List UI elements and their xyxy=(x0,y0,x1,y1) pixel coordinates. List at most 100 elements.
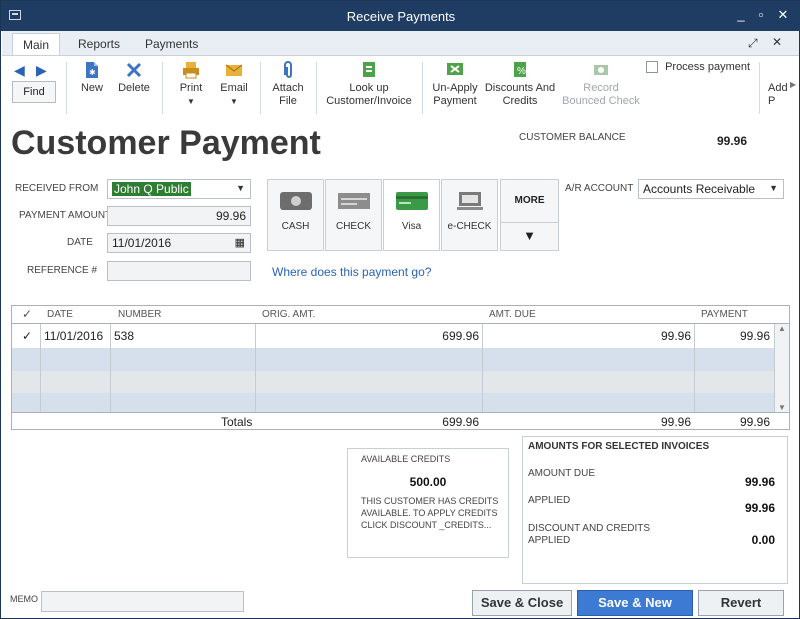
select-all-checkmark[interactable]: ✓ xyxy=(22,307,32,321)
ar-account-label: A/R ACCOUNT xyxy=(565,183,634,194)
minimize-button[interactable]: _ xyxy=(733,7,749,23)
unapply-payment-button[interactable]: Un-Apply Payment xyxy=(430,60,480,108)
column-amt-due[interactable]: AMT. DUE xyxy=(489,309,536,320)
next-arrow-icon[interactable]: ▶ xyxy=(36,62,47,79)
discount-icon: % xyxy=(514,62,526,77)
svg-text:%: % xyxy=(517,66,526,77)
tab-payments[interactable]: Payments xyxy=(135,33,208,55)
more-arrow-icon[interactable]: ▼ xyxy=(501,228,558,243)
chevron-down-icon: ▼ xyxy=(769,183,778,193)
check-icon xyxy=(337,193,370,209)
calendar-icon[interactable]: ▦ xyxy=(235,236,245,249)
received-from-label: RECEIVED FROM xyxy=(15,183,99,194)
chevron-down-icon: ▼ xyxy=(236,183,245,193)
row-payment[interactable]: 99.96 xyxy=(697,329,770,343)
date-input[interactable]: 11/01/2016 ▦ xyxy=(107,233,251,253)
ribbon-close-icon[interactable]: ✕ xyxy=(772,35,782,49)
column-number[interactable]: NUMBER xyxy=(118,309,161,320)
column-date[interactable]: DATE xyxy=(47,309,73,320)
page-title: Customer Payment xyxy=(11,124,321,162)
table-row[interactable]: ✓ 11/01/2016 538 699.96 99.96 99.96 xyxy=(12,325,774,348)
totals-payment: 99.96 xyxy=(739,415,770,429)
payment-amount-input[interactable]: 99.96 xyxy=(107,206,251,226)
table-row-empty[interactable] xyxy=(12,348,774,371)
available-credits-amount: 500.00 xyxy=(409,475,447,489)
payment-form: Customer Payment CUSTOMER BALANCE 99.96 … xyxy=(1,120,799,618)
scroll-down-icon[interactable]: ▼ xyxy=(775,403,789,412)
column-divider xyxy=(40,324,41,412)
reference-input[interactable] xyxy=(107,261,251,281)
more-methods-button[interactable]: MORE ▼ xyxy=(500,179,559,251)
record-bounced-check-button[interactable]: Record Bounced Check xyxy=(560,60,642,108)
reference-label: REFERENCE # xyxy=(27,265,98,276)
attach-file-button[interactable]: Attach File xyxy=(270,60,306,108)
customer-balance-value: 99.96 xyxy=(716,134,747,148)
discounts-label-1: Discounts And xyxy=(484,82,556,94)
new-button[interactable]: ✱ New xyxy=(78,60,106,95)
expand-icon[interactable]: ⤢ xyxy=(748,36,758,51)
echeck-method-button[interactable]: e-CHECK xyxy=(441,179,498,251)
discounts-credits-button[interactable]: % Discounts And Credits xyxy=(484,60,556,108)
cash-method-button[interactable]: CASH xyxy=(267,179,324,251)
process-payment-label: Process payment xyxy=(665,61,751,73)
email-button[interactable]: Email ▼ xyxy=(218,60,250,108)
received-from-select[interactable]: John Q Public ▼ xyxy=(107,179,251,199)
discount-credits-value: 0.00 xyxy=(751,533,775,547)
print-button[interactable]: Print ▼ xyxy=(177,60,205,108)
save-new-button[interactable]: Save & New xyxy=(577,590,693,616)
email-dropdown-icon[interactable]: ▼ xyxy=(218,95,250,108)
amounts-title: AMOUNTS FOR SELECTED INVOICES xyxy=(528,441,710,452)
print-dropdown-icon[interactable]: ▼ xyxy=(177,95,205,108)
delete-button[interactable]: Delete xyxy=(116,60,152,95)
column-payment[interactable]: PAYMENT xyxy=(701,309,748,320)
available-credits-title: AVAILABLE CREDITS xyxy=(361,454,451,464)
amount-due-label: AMOUNT DUE xyxy=(528,468,596,479)
totals-row: Totals 699.96 99.96 99.96 xyxy=(12,412,789,430)
lookup-customer-button[interactable]: Look up Customer/Invoice xyxy=(324,60,414,108)
record-label-1: Record xyxy=(583,82,619,94)
table-row-empty[interactable] xyxy=(12,371,774,394)
table-header: ✓ DATE NUMBER ORIG. AMT. AMT. DUE PAYMEN… xyxy=(12,306,789,324)
toolbar-divider xyxy=(759,62,760,114)
receive-payments-window: Receive Payments _ ▫ ✕ Main Reports Paym… xyxy=(0,0,800,619)
tab-main[interactable]: Main xyxy=(12,33,61,55)
toolbar-scroll-icon[interactable]: ▶ xyxy=(790,80,796,89)
memo-input[interactable] xyxy=(41,591,244,612)
row-date: 11/01/2016 xyxy=(44,329,104,343)
check-method-button[interactable]: CHECK xyxy=(325,179,382,251)
save-close-button[interactable]: Save & Close xyxy=(472,590,572,616)
toolbar-divider xyxy=(422,62,423,114)
totals-amt-due: 99.96 xyxy=(660,415,691,429)
unapply-label-2: Payment xyxy=(433,95,477,107)
maximize-button[interactable]: ▫ xyxy=(753,7,769,23)
cash-label: CASH xyxy=(281,221,310,232)
title-bar: Receive Payments _ ▫ ✕ xyxy=(1,1,800,31)
overflow-tool[interactable]: Add P xyxy=(768,60,792,108)
unapply-icon xyxy=(447,63,463,75)
table-row-empty[interactable] xyxy=(12,393,774,412)
visa-method-button[interactable]: Visa xyxy=(383,179,440,251)
revert-button[interactable]: Revert xyxy=(698,590,784,616)
process-payment-option[interactable]: Process payment xyxy=(646,61,751,74)
row-checkmark[interactable]: ✓ xyxy=(22,329,32,343)
find-button[interactable]: Find xyxy=(12,81,56,103)
new-label: New xyxy=(80,82,103,94)
selected-invoice-amounts: AMOUNTS FOR SELECTED INVOICES AMOUNT DUE… xyxy=(522,436,788,584)
close-button[interactable]: ✕ xyxy=(775,7,791,23)
more-label: MORE xyxy=(514,195,545,206)
process-payment-checkbox[interactable] xyxy=(646,61,658,74)
tab-reports[interactable]: Reports xyxy=(68,33,130,55)
table-scrollbar[interactable]: ▲ ▼ xyxy=(774,324,789,412)
payment-destination-link[interactable]: Where does this payment go? xyxy=(272,265,431,279)
payment-amount-label: PAYMENT AMOUNT xyxy=(19,210,112,221)
ar-account-select[interactable]: Accounts Receivable ▼ xyxy=(638,179,784,199)
column-orig-amt[interactable]: ORIG. AMT. xyxy=(262,309,315,320)
toolbar: ◀ ▶ Find ✱ New Delete Print ▼ Email ▼ At… xyxy=(2,55,799,119)
lookup-document-icon xyxy=(363,62,375,77)
previous-arrow-icon[interactable]: ◀ xyxy=(14,62,25,79)
more-divider xyxy=(501,222,558,223)
toolbar-divider xyxy=(260,62,261,114)
attach-label-2: File xyxy=(279,95,297,107)
scroll-up-icon[interactable]: ▲ xyxy=(775,324,789,333)
echeck-label: e-CHECK xyxy=(447,221,492,232)
